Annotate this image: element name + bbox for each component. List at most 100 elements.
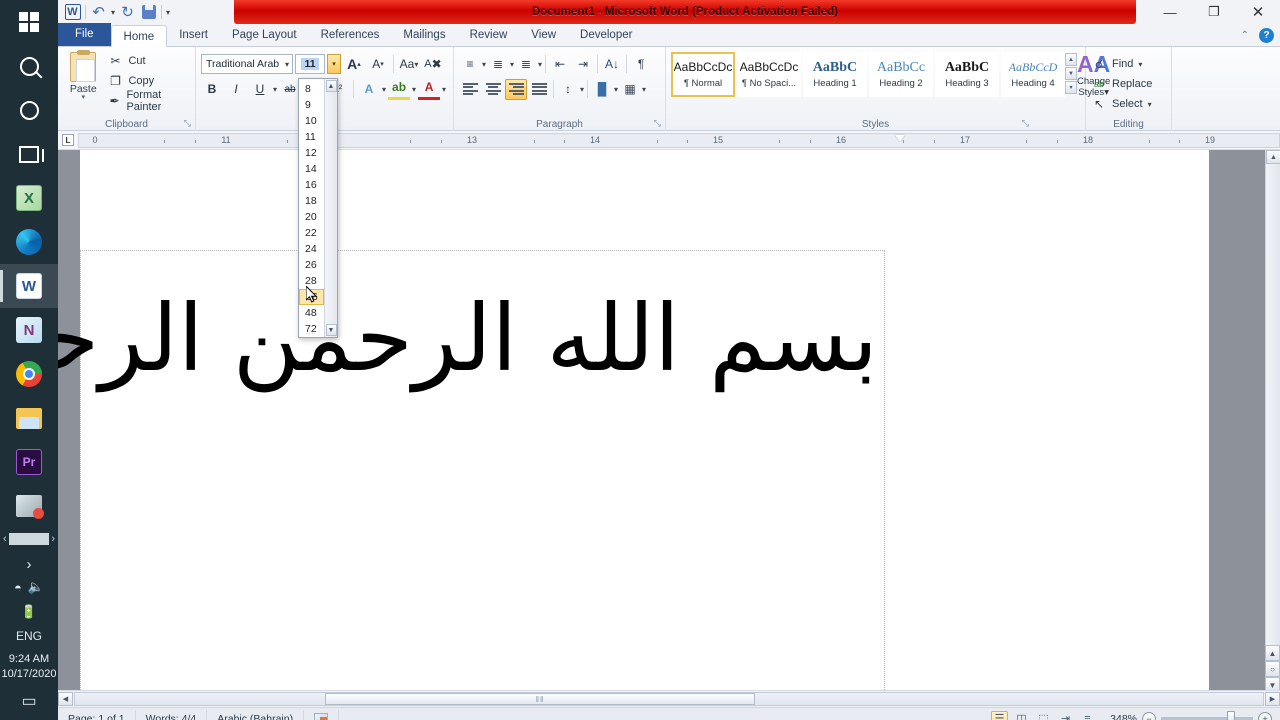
taskbar-task-view-button[interactable] — [0, 132, 58, 176]
taskbar-start-button[interactable] — [0, 0, 58, 44]
text-highlight-button[interactable]: ab — [388, 79, 411, 100]
paste-chevron-icon[interactable]: ▾ — [81, 94, 85, 101]
clear-formatting-button[interactable]: A ✖ — [422, 54, 444, 75]
style-heading-4[interactable]: AaBbCcD Heading 4 — [1001, 52, 1065, 97]
decrease-indent-button[interactable]: ⇤ — [549, 54, 571, 75]
sort-button[interactable]: A↓ — [601, 54, 623, 75]
status-proofing[interactable] — [304, 709, 340, 720]
font-size-option-14[interactable]: 14 — [299, 161, 324, 177]
taskbar-item-file-explorer[interactable] — [0, 396, 58, 440]
tab-home[interactable]: Home — [110, 25, 168, 47]
style-normal[interactable]: AaBbCcDc ¶ Normal — [671, 52, 735, 97]
status-language[interactable]: Arabic (Bahrain) — [207, 709, 305, 720]
font-size-option-20[interactable]: 20 — [299, 209, 324, 225]
multilevel-chevron-icon[interactable]: ▾ — [538, 60, 542, 69]
taskbar-item-chrome[interactable] — [0, 352, 58, 396]
line-spacing-chevron-icon[interactable]: ▾ — [580, 85, 584, 94]
cut-button[interactable]: ✂ Cut — [107, 52, 190, 70]
style-no-spacing[interactable]: AaBbCcDc ¶ No Spaci... — [737, 52, 801, 97]
battery-icon[interactable]: 🔋 — [21, 604, 37, 620]
underline-chevron-icon[interactable]: ▾ — [273, 85, 277, 94]
align-right-button[interactable] — [505, 78, 527, 100]
show-formatting-marks-button[interactable]: ¶ — [630, 54, 652, 75]
first-line-indent-marker[interactable] — [895, 134, 905, 142]
font-size-option-9[interactable]: 9 — [299, 97, 324, 113]
restore-button[interactable]: ❐ — [1192, 0, 1236, 24]
select-chevron-icon[interactable]: ▾ — [1148, 100, 1152, 109]
justify-button[interactable] — [528, 79, 550, 100]
tab-insert[interactable]: Insert — [167, 24, 220, 46]
paste-button[interactable]: Paste ▾ — [63, 50, 103, 101]
font-size-option-16[interactable]: 16 — [299, 177, 324, 193]
select-button[interactable]: ↖ Select ▾ — [1091, 94, 1166, 114]
font-name-chevron-icon[interactable]: ▾ — [285, 60, 292, 69]
view-full-screen-reading-button[interactable]: ◫ — [1013, 711, 1030, 720]
taskbar-scroll-right-icon[interactable]: › — [51, 533, 55, 545]
paragraph-dialog-launcher[interactable]: ⤡ — [654, 118, 661, 129]
font-size-option-48[interactable]: 48 — [299, 305, 324, 321]
increase-indent-button[interactable]: ⇥ — [572, 54, 594, 75]
highlight-chevron-icon[interactable]: ▾ — [412, 85, 416, 94]
shrink-font-button[interactable]: A ▾ — [367, 54, 389, 75]
zoom-level-label[interactable]: 348% — [1101, 713, 1137, 720]
text-effects-chevron-icon[interactable]: ▾ — [382, 85, 386, 94]
taskbar-item-premiere-pro[interactable]: Pr — [0, 440, 58, 484]
taskbar-scroll-thumb[interactable] — [8, 533, 50, 545]
font-size-option-12[interactable]: 12 — [299, 145, 324, 161]
volume-icon[interactable]: 🔈 — [28, 579, 44, 595]
taskbar-scroll-left-icon[interactable]: ‹ — [3, 533, 7, 545]
style-heading-2[interactable]: AaBbCc Heading 2 — [869, 52, 933, 97]
font-size-combo[interactable]: 11 — [295, 54, 325, 74]
font-size-list-grip[interactable]: .... — [299, 330, 324, 336]
next-page-button[interactable]: ▼ — [1265, 677, 1280, 690]
hscroll-left-button[interactable]: ◀ — [58, 692, 73, 706]
hscroll-right-button[interactable]: ▶ — [1265, 692, 1280, 706]
taskbar-item-onenote[interactable]: N — [0, 308, 58, 352]
bold-button[interactable]: B — [201, 79, 223, 100]
font-size-scroll-up-icon[interactable]: ▲ — [325, 80, 337, 92]
bullets-chevron-icon[interactable]: ▾ — [482, 60, 486, 69]
document-text[interactable]: بسم الله الرحمن الرحيم — [58, 281, 878, 396]
find-chevron-icon[interactable]: ▾ — [1138, 60, 1142, 69]
help-button[interactable]: ? — [1259, 28, 1274, 43]
font-size-option-18[interactable]: 18 — [299, 193, 324, 209]
tab-page-layout[interactable]: Page Layout — [220, 24, 309, 46]
grow-font-button[interactable]: A ▴ — [343, 54, 365, 75]
format-painter-button[interactable]: ✒ Format Painter — [107, 89, 190, 113]
font-size-option-10[interactable]: 10 — [299, 113, 324, 129]
text-box-frame[interactable]: بسم الله الرحمن الرحيم — [58, 250, 885, 690]
tray-clock[interactable]: 9:24 AM 10/17/2020 — [1, 652, 56, 682]
borders-button[interactable]: ▦ — [619, 79, 641, 100]
underline-button[interactable]: U — [249, 79, 271, 100]
redo-button[interactable]: ↻ — [119, 4, 136, 21]
hscroll-thumb[interactable]: ‖‖ — [325, 693, 755, 705]
zoom-in-button[interactable]: + — [1258, 711, 1272, 720]
font-size-dropdown-button[interactable]: ▾ — [327, 54, 341, 74]
taskbar-item-photos[interactable] — [0, 484, 58, 528]
taskbar-cortana-button[interactable] — [0, 88, 58, 132]
status-words[interactable]: Words: 4/4 — [136, 709, 208, 720]
italic-button[interactable]: I — [225, 79, 247, 100]
close-button[interactable]: ✕ — [1236, 0, 1280, 24]
view-draft-button[interactable]: ≡ — [1079, 711, 1096, 720]
change-case-button[interactable]: Aa ▾ — [398, 54, 420, 75]
align-center-button[interactable] — [482, 79, 504, 100]
text-effects-button[interactable]: A — [358, 79, 380, 100]
copy-button[interactable]: ❐ Copy — [107, 72, 190, 90]
view-web-layout-button[interactable]: ⬚ — [1035, 711, 1052, 720]
taskbar-item-excel[interactable]: X — [0, 176, 58, 220]
taskbar-item-word[interactable]: W — [0, 264, 58, 308]
numbering-chevron-icon[interactable]: ▾ — [510, 60, 514, 69]
save-button[interactable] — [140, 4, 157, 21]
font-color-button[interactable]: A — [418, 79, 441, 100]
previous-page-button[interactable]: ▲ — [1265, 645, 1280, 661]
undo-button[interactable]: ↶ — [90, 4, 107, 21]
view-print-layout-button[interactable]: ☰ — [991, 711, 1008, 720]
font-size-option-22[interactable]: 22 — [299, 225, 324, 241]
scroll-up-button[interactable]: ▲ — [1266, 150, 1280, 164]
collapse-ribbon-chevron-icon[interactable]: ⌃ — [1241, 30, 1249, 41]
vertical-scrollbar[interactable]: ▲ — [1265, 150, 1280, 690]
style-heading-1[interactable]: AaBbC Heading 1 — [803, 52, 867, 97]
tab-mailings[interactable]: Mailings — [391, 24, 457, 46]
view-outline-button[interactable]: ⇥ — [1057, 711, 1074, 720]
